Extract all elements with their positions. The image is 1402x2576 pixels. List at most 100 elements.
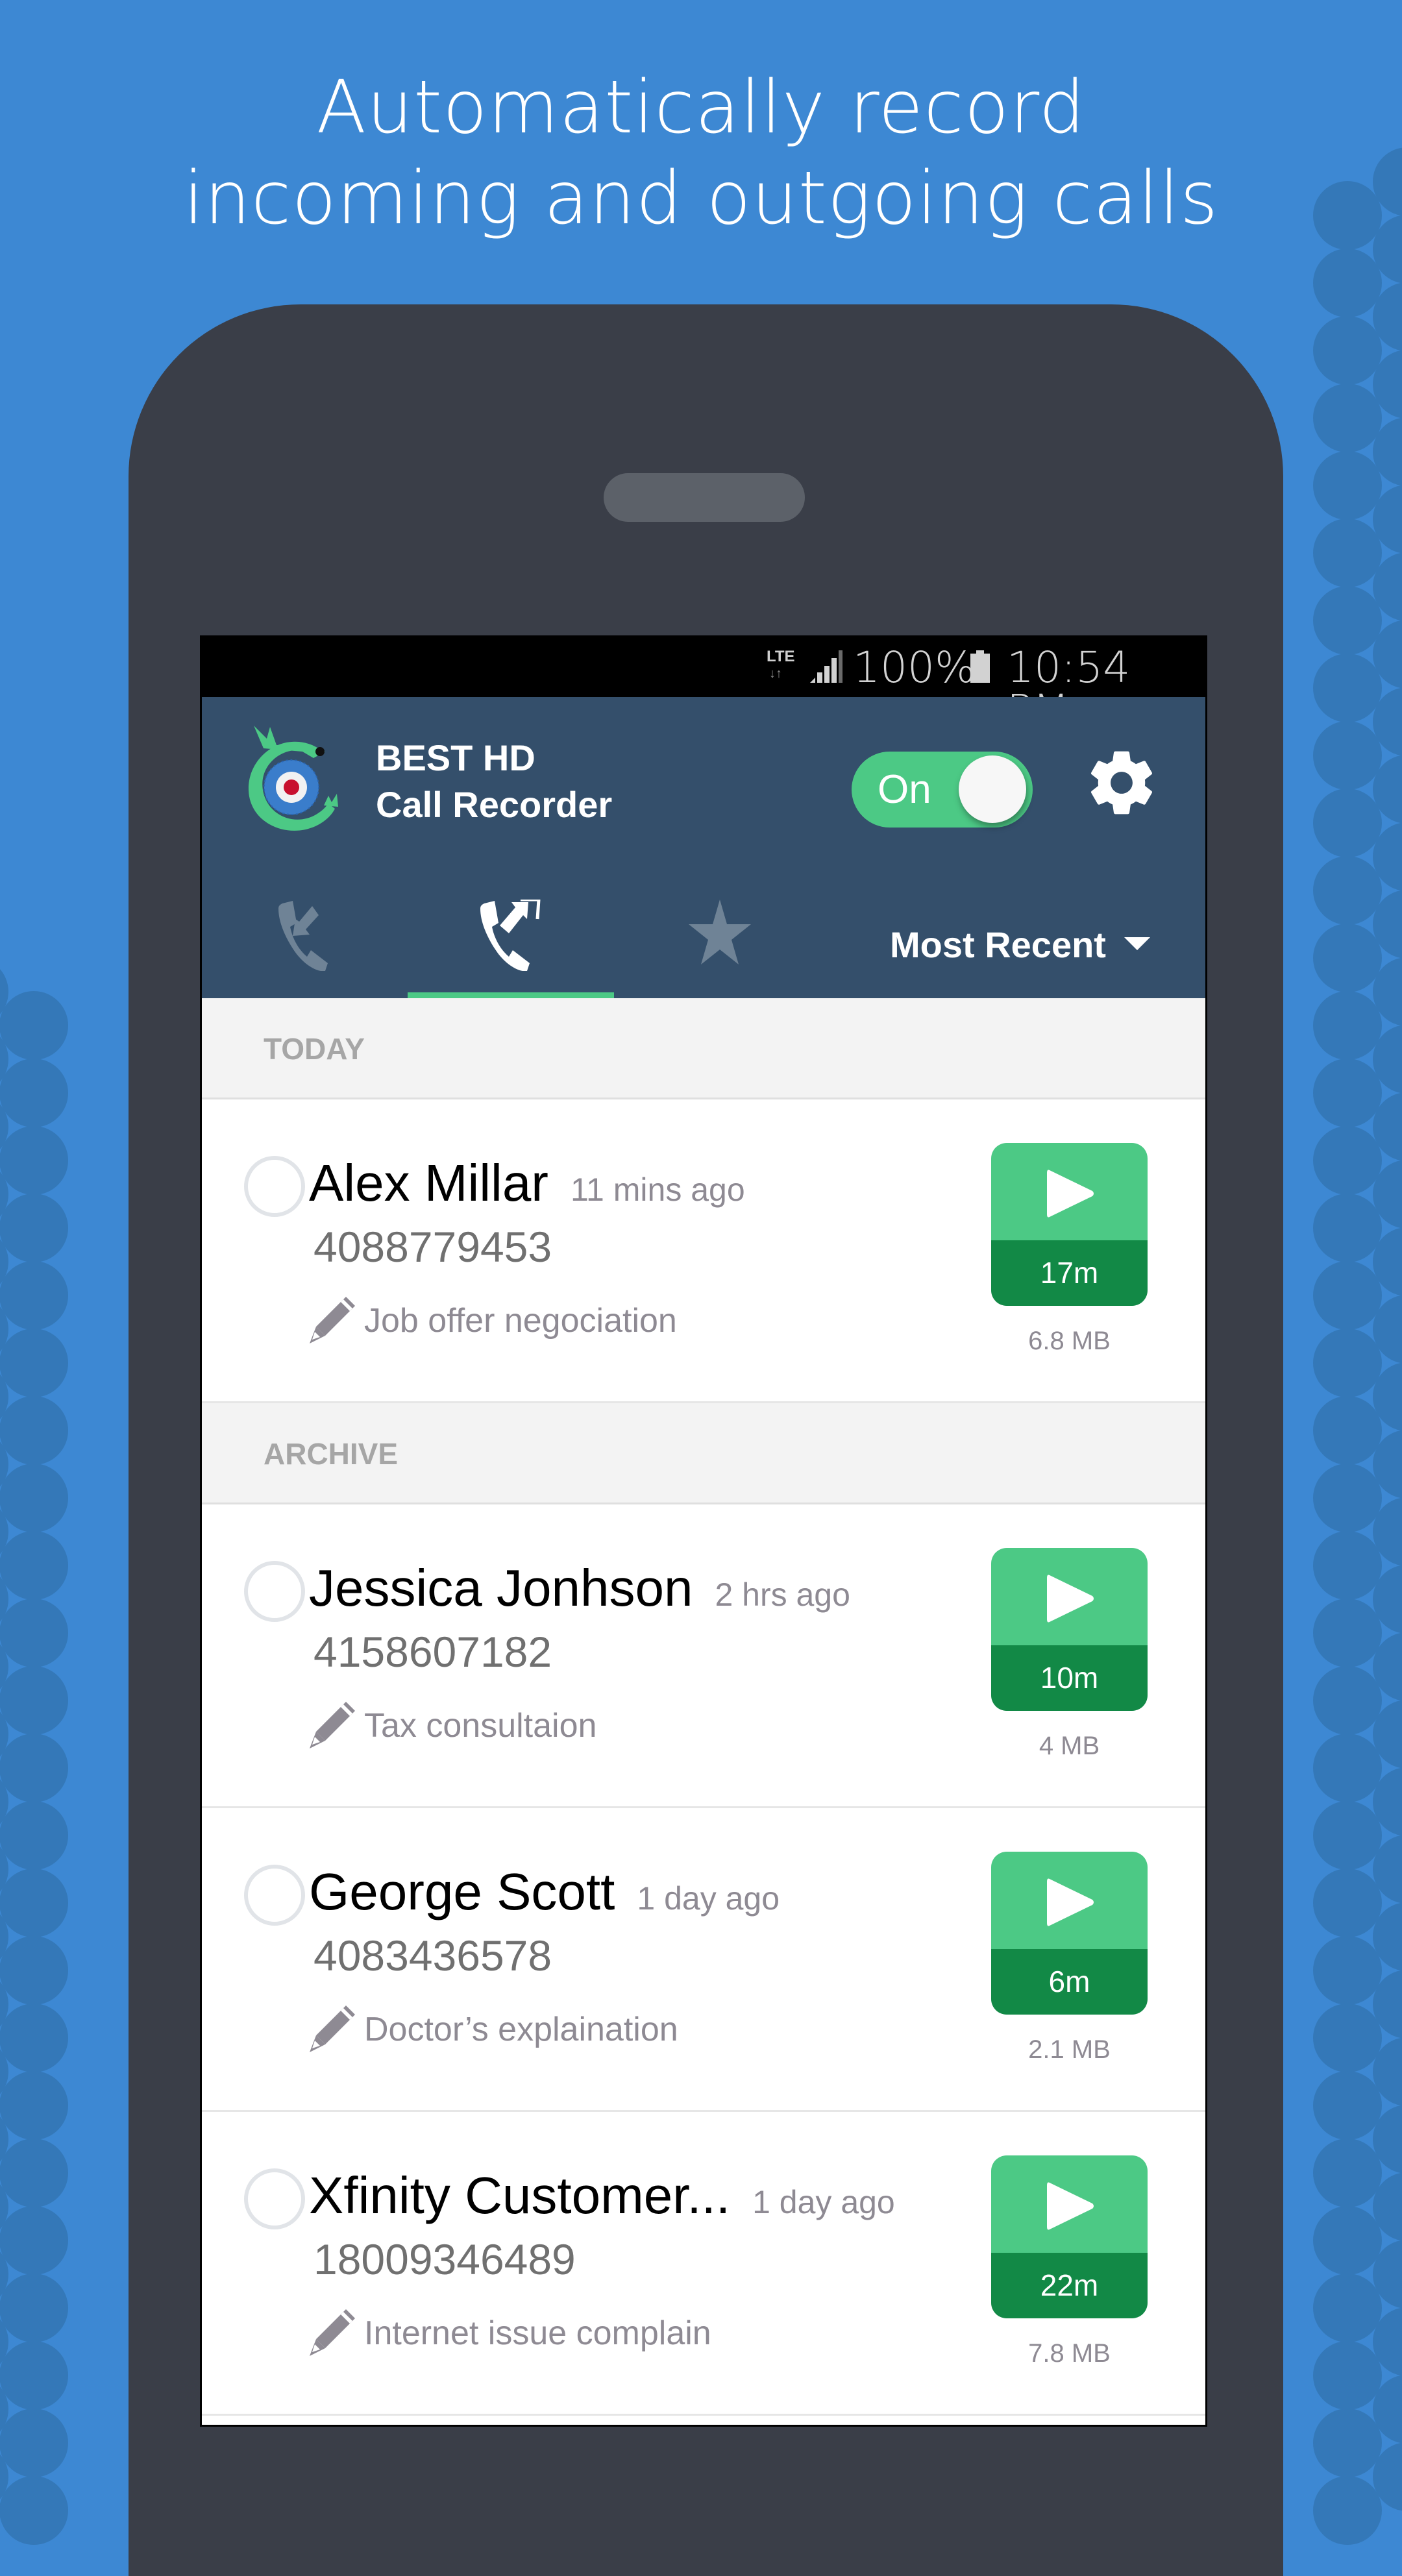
select-checkbox[interactable] bbox=[244, 1561, 305, 1622]
pencil-icon bbox=[310, 2006, 355, 2052]
call-row[interactable]: Jessica Jonhson 2 hrs ago 4158607182 Tax … bbox=[202, 1504, 1205, 1808]
phone-number: 4088779453 bbox=[314, 1223, 552, 1271]
background-dot bbox=[1313, 2409, 1382, 2477]
play-recording-button[interactable]: 17m bbox=[991, 1143, 1148, 1306]
call-row[interactable]: Alex Millar 11 mins ago 4088779453 Job of… bbox=[202, 1099, 1205, 1403]
recording-duration: 22m bbox=[991, 2253, 1148, 2318]
call-note[interactable]: Internet issue complain bbox=[306, 2307, 711, 2360]
play-area bbox=[991, 1852, 1148, 1949]
call-note[interactable]: Doctor’s explaination bbox=[306, 2003, 678, 2056]
call-note[interactable]: Tax consultaion bbox=[306, 1699, 596, 1752]
chevron-down-icon bbox=[1124, 937, 1150, 951]
phone-speaker bbox=[604, 473, 805, 522]
call-note[interactable]: Job offer negociation bbox=[306, 1294, 677, 1347]
tab-favorites[interactable] bbox=[616, 885, 824, 998]
background-dot bbox=[0, 1227, 8, 1296]
call-time: 1 day ago bbox=[752, 2184, 895, 2220]
call-time: 11 mins ago bbox=[570, 1171, 745, 1208]
background-dot bbox=[1373, 1497, 1402, 1566]
background-dot bbox=[1313, 1329, 1382, 1397]
background-dot bbox=[1313, 1464, 1382, 1532]
background-dot bbox=[0, 1599, 68, 1667]
background-dot bbox=[0, 1059, 68, 1127]
background-dot bbox=[1313, 1396, 1382, 1465]
background-dot bbox=[1313, 2071, 1382, 2140]
background-dot bbox=[0, 2341, 68, 2410]
background-dot bbox=[1373, 2307, 1402, 2376]
background-dot bbox=[0, 2307, 8, 2376]
tab-outgoing[interactable] bbox=[408, 885, 614, 998]
sort-selected-value: Most Recent bbox=[890, 924, 1106, 965]
background-dot bbox=[1373, 1227, 1402, 1296]
play-icon bbox=[1047, 1170, 1094, 1218]
background-dot bbox=[1313, 654, 1382, 722]
background-dot bbox=[1373, 1160, 1402, 1229]
background-dot bbox=[0, 2409, 68, 2477]
recording-toggle[interactable]: On bbox=[852, 752, 1033, 828]
call-time: 2 hrs ago bbox=[715, 1576, 850, 1613]
play-recording-button[interactable]: 6m bbox=[991, 1852, 1148, 2015]
background-dot bbox=[1313, 2274, 1382, 2342]
phone-number: 4083436578 bbox=[314, 1932, 552, 1980]
background-dot bbox=[0, 1970, 8, 2039]
background-dot bbox=[0, 957, 8, 1026]
background-dot bbox=[1373, 350, 1402, 419]
background-dot bbox=[1313, 2004, 1382, 2072]
play-recording-button[interactable]: 10m bbox=[991, 1548, 1148, 1711]
background-dot bbox=[1313, 721, 1382, 790]
background-dot bbox=[1313, 856, 1382, 925]
background-dot bbox=[1313, 1261, 1382, 1330]
background-dot bbox=[0, 1801, 68, 1870]
call-row[interactable]: George Scott 1 day ago 4083436578 Doctor’… bbox=[202, 1808, 1205, 2112]
background-dot bbox=[0, 2139, 68, 2207]
phone-screen: LTE ↓↑ 100% 10:54 PM BEST HD bbox=[200, 635, 1207, 2427]
headline: Automatically record incoming and outgoi… bbox=[0, 62, 1402, 244]
star-icon bbox=[689, 900, 751, 964]
background-dot bbox=[1313, 991, 1382, 1060]
background-dot bbox=[1313, 249, 1382, 317]
background-dot bbox=[0, 1497, 8, 1566]
background-dot bbox=[1373, 417, 1402, 486]
call-title-line: George Scott 1 day ago bbox=[309, 1863, 780, 1921]
play-area bbox=[991, 1143, 1148, 1240]
background-dot bbox=[0, 1734, 68, 1802]
play-recording-button[interactable]: 22m bbox=[991, 2155, 1148, 2318]
background-dot bbox=[0, 1666, 68, 1735]
call-title-line: Xfinity Customer... 1 day ago bbox=[309, 2166, 895, 2225]
section-header: ARCHIVE bbox=[202, 1403, 1205, 1504]
file-size: 6.8 MB bbox=[1028, 1327, 1111, 1355]
background-dot bbox=[0, 1295, 8, 1364]
section-header: TODAY bbox=[202, 998, 1205, 1099]
background-dot bbox=[1313, 519, 1382, 587]
recording-duration: 6m bbox=[991, 1949, 1148, 2015]
background-dot bbox=[1373, 1565, 1402, 1634]
gear-icon[interactable] bbox=[1084, 745, 1159, 820]
background-dot bbox=[1313, 1599, 1382, 1667]
background-dot bbox=[0, 1160, 8, 1229]
play-icon bbox=[1047, 1878, 1094, 1926]
background-dot bbox=[1313, 1194, 1382, 1262]
status-bar: LTE ↓↑ 100% 10:54 PM bbox=[202, 637, 1205, 732]
play-icon bbox=[1047, 1575, 1094, 1623]
background-dot bbox=[1313, 2139, 1382, 2207]
background-dot bbox=[1313, 924, 1382, 992]
call-row[interactable]: Xfinity Customer... 1 day ago 18009346489… bbox=[202, 2112, 1205, 2416]
recording-duration: 17m bbox=[991, 1240, 1148, 1306]
background-dot bbox=[0, 2442, 8, 2511]
file-size: 4 MB bbox=[1039, 1732, 1100, 1760]
tab-incoming[interactable] bbox=[202, 885, 410, 998]
select-checkbox[interactable] bbox=[244, 1865, 305, 1926]
background-dot bbox=[1373, 1025, 1402, 1094]
pencil-icon bbox=[310, 1702, 355, 1748]
select-checkbox[interactable] bbox=[244, 1156, 305, 1217]
select-checkbox[interactable] bbox=[244, 2168, 305, 2229]
background-dot bbox=[1313, 1801, 1382, 1870]
background-dot bbox=[0, 2004, 68, 2072]
background-dot bbox=[1373, 282, 1402, 351]
background-dot bbox=[1373, 620, 1402, 689]
file-size: 7.8 MB bbox=[1028, 2339, 1111, 2368]
background-dot bbox=[1313, 1059, 1382, 1127]
toggle-label: On bbox=[878, 767, 931, 812]
sort-dropdown[interactable]: Most Recent bbox=[890, 926, 1150, 964]
play-area bbox=[991, 2155, 1148, 2253]
